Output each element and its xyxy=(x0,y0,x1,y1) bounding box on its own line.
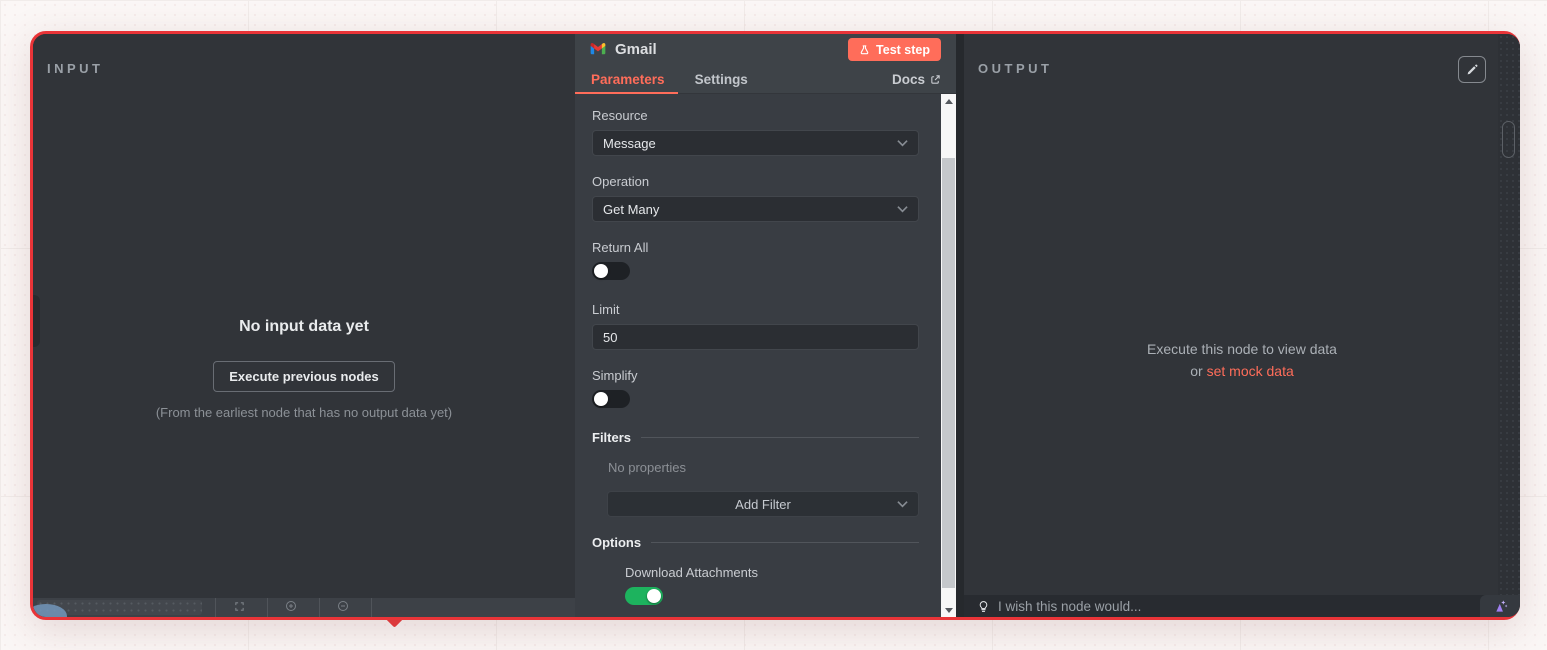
zoom-to-fit-button[interactable] xyxy=(229,600,249,615)
divider xyxy=(319,598,320,617)
return-all-label: Return All xyxy=(592,240,919,255)
node-title[interactable]: Gmail xyxy=(615,41,657,58)
divider xyxy=(641,437,919,438)
node-detail-view: INPUT No input data yet Execute previous… xyxy=(30,31,1520,620)
canvas-controls-strip xyxy=(33,598,575,617)
ai-assistant-button[interactable] xyxy=(1480,595,1520,617)
execute-previous-nodes-button[interactable]: Execute previous nodes xyxy=(213,361,395,392)
resource-label: Resource xyxy=(592,108,919,123)
simplify-toggle[interactable] xyxy=(592,390,630,408)
output-empty-line2: or set mock data xyxy=(1190,361,1294,383)
divider xyxy=(651,542,919,543)
zoom-out-icon xyxy=(337,599,349,617)
zoom-in-icon xyxy=(285,599,297,617)
ai-wish-input[interactable] xyxy=(998,595,1480,617)
return-all-toggle[interactable] xyxy=(592,262,630,280)
ai-prompt-bar xyxy=(964,595,1520,617)
filters-section-heading: Filters xyxy=(592,430,919,445)
output-empty-text: Execute this node to view data xyxy=(1147,339,1337,361)
divider xyxy=(215,598,216,617)
chevron-down-icon xyxy=(897,139,908,147)
input-panel: INPUT No input data yet Execute previous… xyxy=(33,34,575,598)
test-step-button[interactable]: Test step xyxy=(848,38,941,61)
download-attachments-toggle[interactable] xyxy=(625,587,663,605)
limit-label: Limit xyxy=(592,302,919,317)
scrollbar-up-button[interactable] xyxy=(941,94,956,108)
operation-select[interactable]: Get Many xyxy=(592,196,919,222)
toggle-knob xyxy=(647,589,661,603)
ai-sparkle-icon xyxy=(1492,599,1509,613)
node-tabs: Parameters Settings Docs xyxy=(575,65,956,94)
gmail-icon xyxy=(589,43,607,57)
triangle-down-icon xyxy=(945,608,953,613)
edge-scroll-pill[interactable] xyxy=(1502,121,1515,158)
external-link-icon xyxy=(930,74,941,85)
flask-icon xyxy=(859,44,870,56)
zoom-in-button[interactable] xyxy=(281,600,301,615)
triangle-up-icon xyxy=(945,99,953,104)
resource-select[interactable]: Message xyxy=(592,130,919,156)
filters-empty-text: No properties xyxy=(608,460,919,475)
divider xyxy=(267,598,268,617)
download-attachments-label: Download Attachments xyxy=(625,565,919,580)
limit-input[interactable] xyxy=(592,324,919,350)
input-hint-text: (From the earliest node that has no outp… xyxy=(156,404,452,423)
chevron-down-icon xyxy=(897,205,908,213)
chevron-down-icon xyxy=(897,500,908,508)
simplify-label: Simplify xyxy=(592,368,919,383)
tab-settings[interactable]: Settings xyxy=(695,65,748,93)
toggle-knob xyxy=(594,264,608,278)
node-settings-panel: Gmail Test step Parameters Settings Docs… xyxy=(575,34,956,617)
operation-label: Operation xyxy=(592,174,919,189)
add-filter-button[interactable]: Add Filter xyxy=(607,491,919,517)
divider xyxy=(371,598,372,617)
output-empty-state: Execute this node to view data or set mo… xyxy=(964,34,1520,595)
output-panel: OUTPUT Execute this node to view data or… xyxy=(964,34,1520,595)
parameters-list: Resource Message Operation Get Many Retu… xyxy=(575,94,941,617)
lightbulb-icon xyxy=(977,600,990,613)
parameters-scrollbar[interactable] xyxy=(941,94,956,617)
options-section-heading: Options xyxy=(592,535,919,550)
right-edge-strip xyxy=(1498,34,1520,595)
scrollbar-thumb[interactable] xyxy=(942,158,955,588)
docs-link[interactable]: Docs xyxy=(892,72,941,87)
toggle-knob xyxy=(594,392,608,406)
set-mock-data-link[interactable]: set mock data xyxy=(1207,363,1294,379)
node-header: Gmail Test step xyxy=(575,34,956,65)
no-input-data-text: No input data yet xyxy=(239,318,369,336)
zoom-out-button[interactable] xyxy=(333,600,353,615)
zoom-to-fit-icon xyxy=(234,599,245,617)
scrollbar-down-button[interactable] xyxy=(941,603,956,617)
input-empty-state: No input data yet Execute previous nodes… xyxy=(33,34,575,598)
tab-parameters[interactable]: Parameters xyxy=(591,65,665,93)
